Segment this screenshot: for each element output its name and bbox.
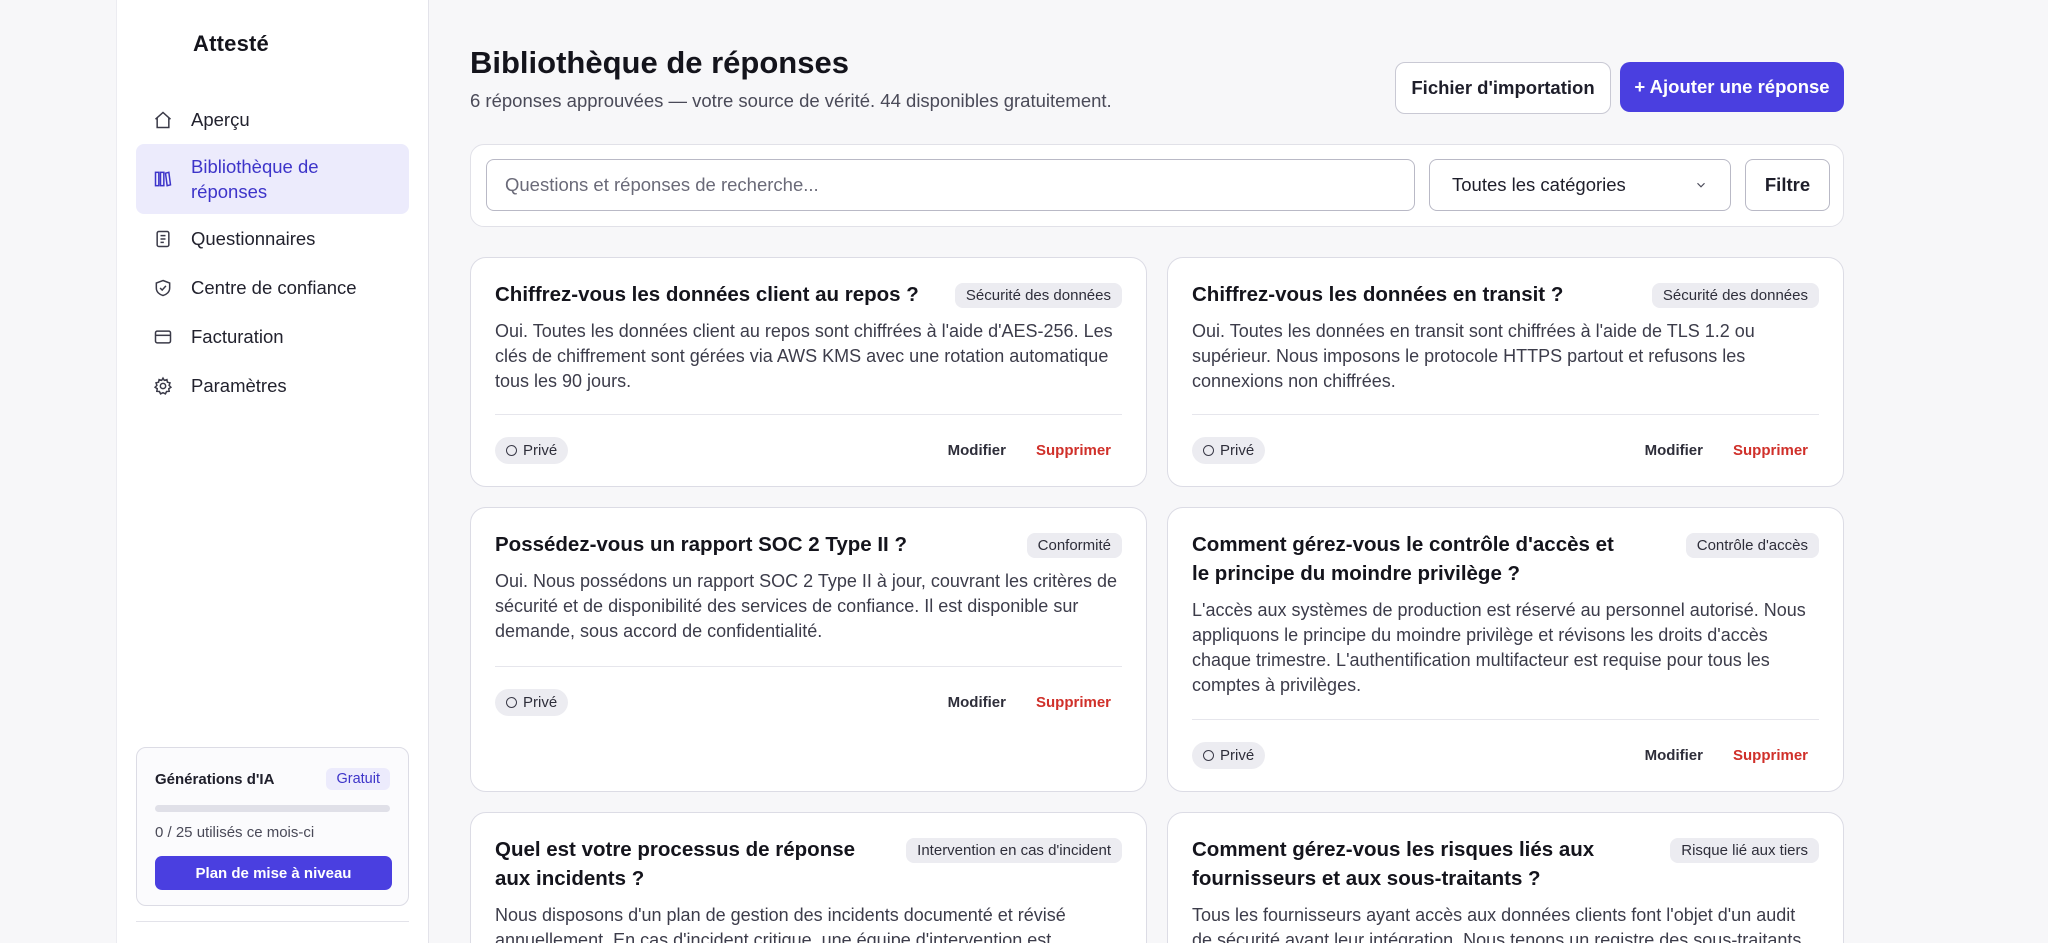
circle-icon: [506, 445, 517, 456]
category-badge: Sécurité des données: [954, 283, 1122, 308]
category-badge: Conformité: [1026, 533, 1122, 558]
visibility-label: Privé: [1220, 442, 1255, 459]
sidebar-item-label: Questionnaires: [191, 227, 316, 249]
card-question: Comment gérez-vous le contrôle d'accès e…: [1192, 533, 1614, 585]
upgrade-plan-button[interactable]: Plan de mise à niveau: [155, 856, 392, 890]
shield-icon: [152, 277, 174, 299]
category-badge: Contrôle d'accès: [1685, 533, 1819, 558]
sidebar-item-facturation[interactable]: Facturation: [136, 312, 409, 361]
card-question: Chiffrez-vous les données en transit ?: [1192, 283, 1564, 306]
card-footer: Privé Modifier Supprimer: [1192, 719, 1819, 791]
sidebar-divider: [136, 921, 409, 922]
edit-button[interactable]: Modifier: [1645, 747, 1703, 764]
circle-icon: [506, 697, 517, 708]
import-file-button[interactable]: Fichier d'importation: [1395, 62, 1611, 114]
plan-badge: Gratuit: [326, 768, 390, 790]
card-answer: Tous les fournisseurs ayant accès aux do…: [1192, 905, 1802, 943]
search-input[interactable]: [486, 159, 1415, 211]
answer-card: Chiffrez-vous les données en transit ? S…: [1167, 257, 1844, 487]
brand-logo[interactable]: Attesté: [193, 31, 269, 57]
delete-button[interactable]: Supprimer: [1036, 442, 1111, 459]
chevron-down-icon: [1697, 182, 1705, 188]
card-question: Chiffrez-vous les données client au repo…: [495, 283, 919, 306]
category-select[interactable]: Toutes les catégories: [1429, 159, 1731, 211]
delete-button[interactable]: Supprimer: [1733, 442, 1808, 459]
sidebar-item-questionnaires[interactable]: Questionnaires: [136, 214, 409, 263]
answer-card: Comment gérez-vous les risques liés aux …: [1167, 812, 1844, 943]
visibility-label: Privé: [1220, 747, 1255, 764]
sidebar-item-parametres[interactable]: Paramètres: [136, 361, 409, 410]
card-question: Possédez-vous un rapport SOC 2 Type II ?: [495, 533, 907, 556]
sidebar-item-apercu[interactable]: Aperçu: [136, 95, 409, 144]
edit-button[interactable]: Modifier: [948, 442, 1006, 459]
edit-button[interactable]: Modifier: [1645, 442, 1703, 459]
circle-icon: [1203, 445, 1214, 456]
ai-card-title: Générations d'IA: [155, 770, 275, 788]
card-answer: L'accès aux systèmes de production est r…: [1192, 600, 1806, 695]
sidebar-item-label: Centre de confiance: [191, 276, 357, 298]
sidebar-item-label: Facturation: [191, 325, 284, 347]
card-answer: Oui. Toutes les données client au repos …: [495, 321, 1113, 391]
usage-progress-bar: [155, 805, 390, 812]
ai-generations-card: Générations d'IA Gratuit 0 / 25 utilisés…: [136, 747, 409, 906]
visibility-badge: Privé: [495, 689, 569, 716]
search-panel: Toutes les catégories Filtre: [470, 144, 1844, 227]
card-answer: Oui. Nous possédons un rapport SOC 2 Typ…: [495, 571, 1117, 641]
visibility-badge: Privé: [495, 437, 569, 464]
visibility-label: Privé: [523, 694, 558, 711]
card-answer: Oui. Toutes les données en transit sont …: [1192, 321, 1755, 391]
sidebar-nav: Aperçu Bibliothèque de réponses Question…: [136, 95, 409, 410]
answer-card: Possédez-vous un rapport SOC 2 Type II ?…: [470, 507, 1147, 792]
visibility-badge: Privé: [1192, 742, 1266, 769]
answer-card: Quel est votre processus de réponse aux …: [470, 812, 1147, 943]
category-badge: Risque lié aux tiers: [1670, 838, 1819, 863]
delete-button[interactable]: Supprimer: [1733, 747, 1808, 764]
home-icon: [152, 109, 174, 131]
sidebar: Attesté Aperçu Bibliothèque de réponses …: [116, 0, 429, 943]
page-title: Bibliothèque de réponses: [470, 45, 849, 80]
card-footer: Privé Modifier Supprimer: [1192, 414, 1819, 486]
visibility-label: Privé: [523, 442, 558, 459]
category-badge: Sécurité des données: [1651, 283, 1819, 308]
edit-button[interactable]: Modifier: [948, 694, 1006, 711]
answer-card: Chiffrez-vous les données client au repo…: [470, 257, 1147, 487]
sidebar-item-label: Paramètres: [191, 374, 287, 396]
clipboard-icon: [152, 228, 174, 250]
filter-button[interactable]: Filtre: [1745, 159, 1830, 211]
usage-text: 0 / 25 utilisés ce mois-ci: [155, 824, 315, 841]
card-footer: Privé Modifier Supprimer: [495, 666, 1122, 738]
sidebar-item-label: Bibliothèque de réponses: [191, 156, 319, 202]
category-badge: Intervention en cas d'incident: [906, 838, 1122, 863]
credit-card-icon: [152, 326, 174, 348]
answer-card: Comment gérez-vous le contrôle d'accès e…: [1167, 507, 1844, 792]
delete-button[interactable]: Supprimer: [1036, 694, 1111, 711]
visibility-badge: Privé: [1192, 437, 1266, 464]
sidebar-item-centre-confiance[interactable]: Centre de confiance: [136, 263, 409, 312]
circle-icon: [1203, 750, 1214, 761]
category-select-value: Toutes les catégories: [1452, 174, 1626, 195]
page-subtitle: 6 réponses approuvées — votre source de …: [470, 90, 1112, 111]
card-question: Quel est votre processus de réponse aux …: [495, 838, 856, 890]
library-icon: [152, 168, 174, 190]
sidebar-item-label: Aperçu: [191, 108, 250, 130]
card-answer: Nous disposons d'un plan de gestion des …: [495, 905, 1066, 943]
card-footer: Privé Modifier Supprimer: [495, 414, 1122, 486]
gear-icon: [152, 375, 174, 397]
add-answer-button[interactable]: + Ajouter une réponse: [1620, 62, 1844, 112]
sidebar-item-bibliotheque[interactable]: Bibliothèque de réponses: [136, 144, 409, 214]
card-question: Comment gérez-vous les risques liés aux …: [1192, 838, 1595, 890]
